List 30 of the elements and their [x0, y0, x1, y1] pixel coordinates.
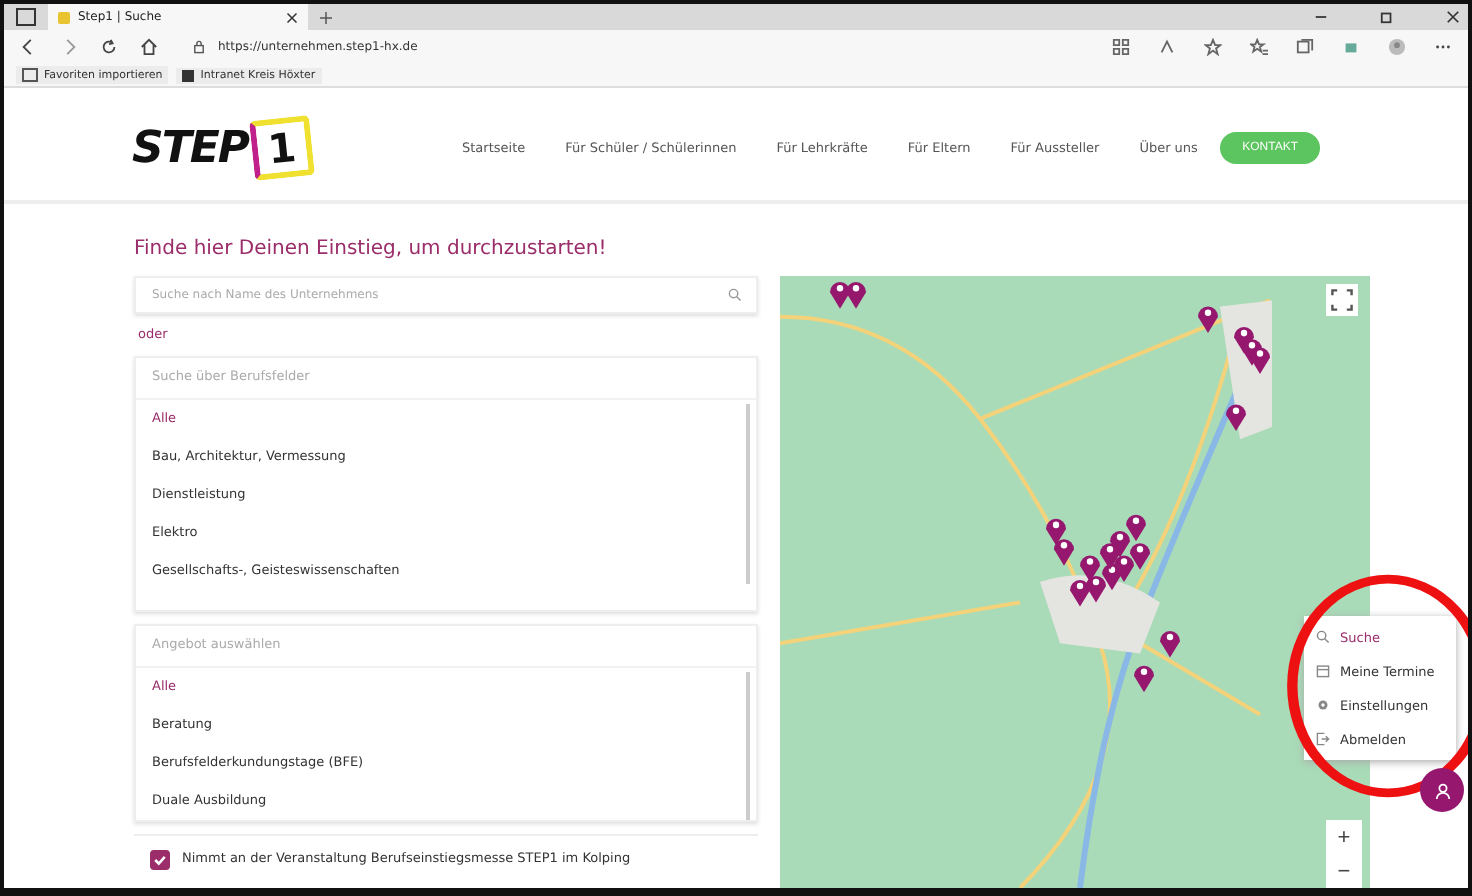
calendar-icon — [1316, 664, 1330, 678]
collections-icon[interactable] — [1296, 38, 1314, 56]
page-heading: Finde hier Deinen Einstieg, um durchzustarten! — [134, 238, 609, 260]
checkbox[interactable] — [150, 850, 170, 870]
home-icon[interactable] — [140, 38, 158, 56]
grid-icon[interactable] — [1112, 38, 1130, 56]
favicon-icon — [58, 11, 70, 23]
settings-icon — [1316, 698, 1330, 712]
profile-icon[interactable] — [1388, 38, 1406, 56]
bookmark-icon — [22, 68, 38, 82]
close-icon[interactable] — [286, 11, 298, 23]
scrollbar[interactable] — [746, 672, 750, 820]
logo[interactable]: STEP 1 — [132, 118, 462, 178]
minimize-icon[interactable] — [1314, 10, 1328, 24]
new-tab-icon[interactable] — [320, 11, 332, 23]
lock-icon — [192, 40, 206, 54]
scrollbar[interactable] — [746, 404, 750, 584]
bookmark-icon — [182, 69, 195, 81]
user-button[interactable] — [1420, 768, 1464, 812]
search-icon — [1316, 630, 1330, 644]
user-icon — [1433, 781, 1451, 799]
restore-icon[interactable] — [1380, 10, 1394, 24]
reload-icon[interactable] — [100, 38, 118, 56]
favorites-icon[interactable] — [1250, 38, 1268, 56]
search-icon[interactable] — [728, 288, 742, 302]
logout-icon — [1316, 732, 1330, 746]
close-icon[interactable] — [1446, 10, 1460, 24]
tab-actions-icon[interactable] — [16, 8, 36, 26]
star-icon[interactable] — [1204, 38, 1222, 56]
fullscreen-icon[interactable] — [1326, 284, 1358, 316]
